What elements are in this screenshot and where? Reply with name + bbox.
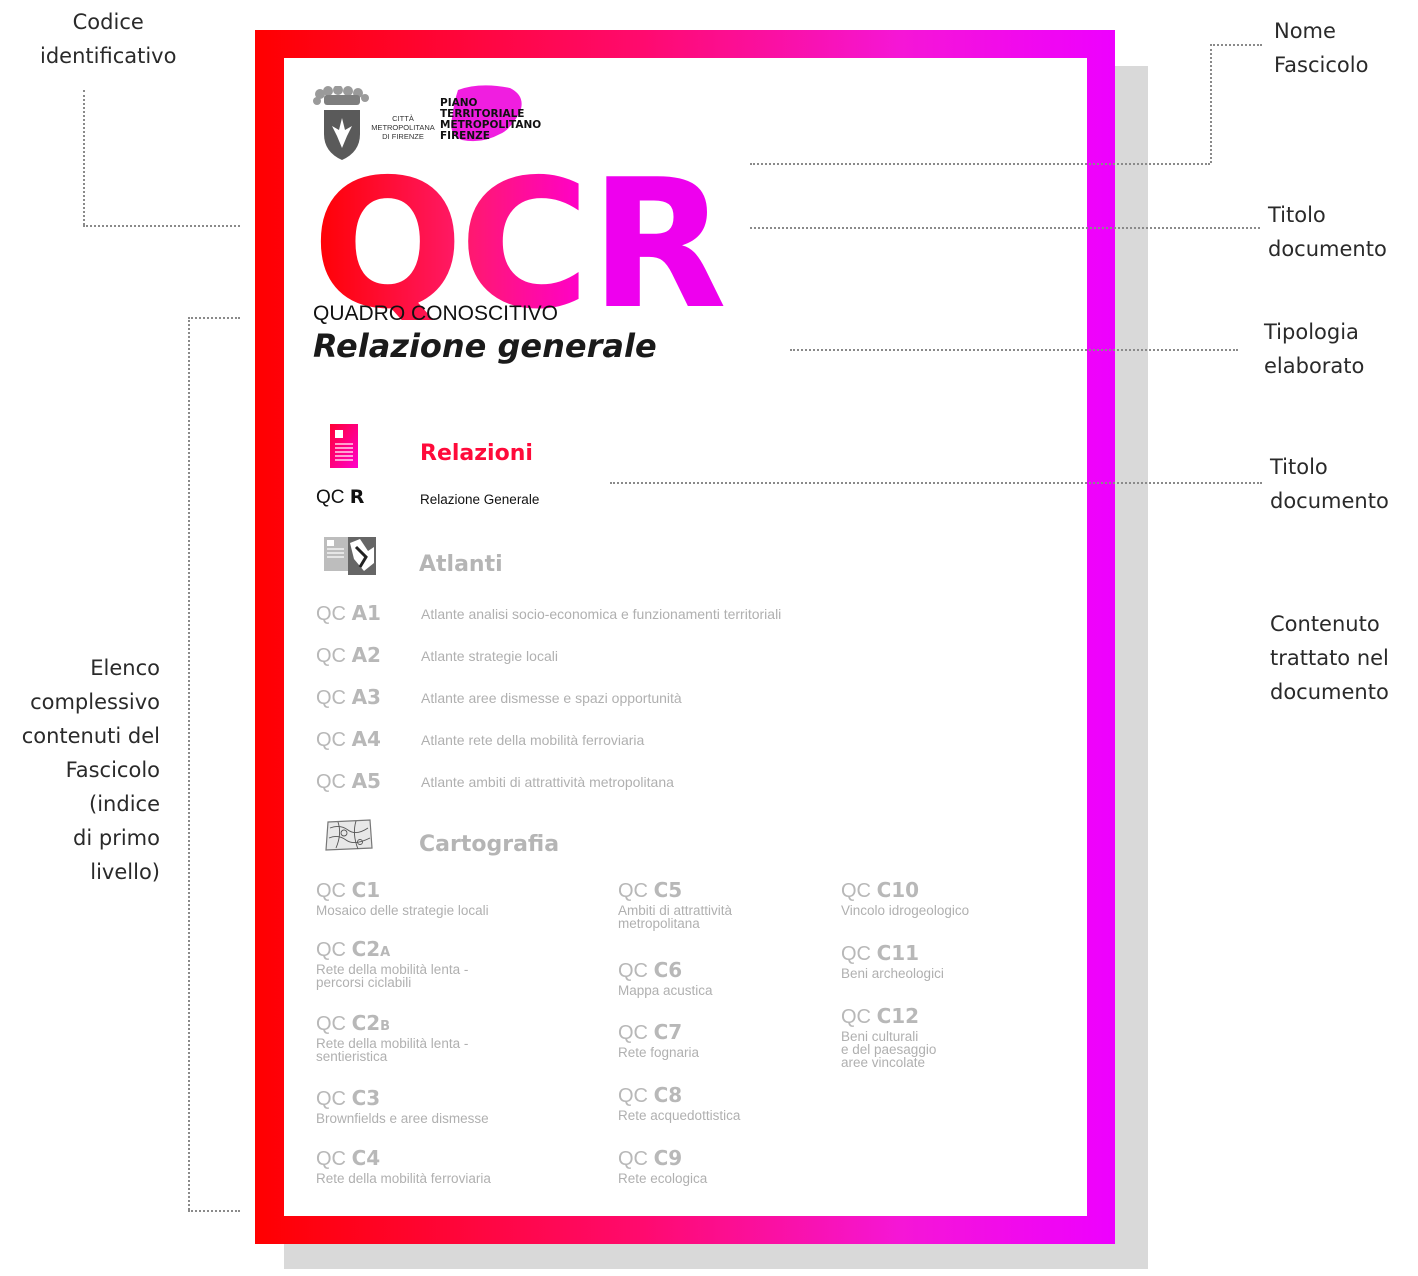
annotation-tipologia: Tipologia elaborato xyxy=(1264,320,1365,378)
carta-label-c7: Rete fognaria xyxy=(618,1045,700,1060)
annotation-titolo-documento-top: Titolo documento xyxy=(1268,203,1387,261)
carta-code-c4: QC C4 xyxy=(316,1146,381,1170)
section-heading-cartografia: Cartografia xyxy=(419,832,560,857)
atlante-code-a4: QC A4 xyxy=(316,727,381,751)
atlante-code-a5: QC A5 xyxy=(316,769,381,793)
carta-code-c9: QC C9 xyxy=(618,1146,683,1170)
carta-code-c7: QC C7 xyxy=(618,1020,683,1044)
carta-code-c11: QC C11 xyxy=(841,941,920,965)
city-name-line2: DI FIRENZE xyxy=(382,132,424,141)
annotation-titolo-documento-list: Titolo documento xyxy=(1270,455,1389,513)
atlante-label-a4: Atlante rete della mobilità ferroviaria xyxy=(421,732,645,748)
atlante-code-a2: QC A2 xyxy=(316,643,381,667)
leader-elenco-top xyxy=(188,317,240,319)
annotation-nome-fascicolo: Nome Fascicolo xyxy=(1274,19,1369,77)
atlante-label-a3: Atlante aree dismesse e spazi opportunit… xyxy=(421,690,682,706)
carta-code-c6: QC C6 xyxy=(618,958,683,982)
section-heading-relazioni: Relazioni xyxy=(420,441,533,466)
leader-tipologia xyxy=(790,349,1238,351)
carta-label-c10: Vincolo idrogeologico xyxy=(841,903,970,918)
annotation-contenuto: Contenuto trattato nel documento xyxy=(1270,612,1389,704)
leader-nome-horizontal xyxy=(750,163,1210,165)
carta-label-c11: Beni archeologici xyxy=(841,966,944,981)
doc-code-qc: QC xyxy=(312,141,590,348)
leader-elenco-bottom xyxy=(188,1210,240,1212)
carta-label-c4: Rete della mobilità ferroviaria xyxy=(316,1171,491,1186)
relazioni-document-icon xyxy=(330,424,358,468)
relazioni-item-code: QC R xyxy=(316,486,364,509)
carta-code-c5: QC C5 xyxy=(618,878,683,902)
leader-codice-horizontal xyxy=(83,225,240,227)
doc-type-title: Relazione generale xyxy=(313,327,657,365)
atlante-label-a5: Atlante ambiti di attrattività metropoli… xyxy=(421,774,674,790)
atlante-label-a2: Atlante strategie locali xyxy=(421,648,558,664)
leader-elenco-vertical xyxy=(188,317,190,1210)
leader-nome-top xyxy=(1210,44,1262,46)
carta-label-c12: Beni culturali e del paesaggio aree vinc… xyxy=(841,1029,937,1070)
carta-label-c3: Brownfields e aree dismesse xyxy=(316,1111,489,1126)
carta-label-c8: Rete acquedottistica xyxy=(618,1108,741,1123)
cartografia-map-icon xyxy=(325,819,373,851)
atlante-code-a3: QC A3 xyxy=(316,685,381,709)
leader-titolo-top xyxy=(750,227,1260,229)
carta-code-c1: QC C1 xyxy=(316,878,381,902)
carta-label-c9: Rete ecologica xyxy=(618,1171,708,1186)
carta-code-c8: QC C8 xyxy=(618,1083,683,1107)
atlante-code-a1: QC A1 xyxy=(316,601,381,625)
leader-titolo-list xyxy=(610,482,1262,484)
carta-label-c2b: Rete della mobilità lenta - sentieristic… xyxy=(316,1036,469,1064)
annotation-elenco: Elenco complessivo contenuti del Fascico… xyxy=(21,656,160,884)
atlante-label-a1: Atlante analisi socio-economica e funzio… xyxy=(421,606,782,622)
carta-label-c2a: Rete della mobilità lenta - percorsi cic… xyxy=(316,962,469,990)
annotation-codice: Codice identificativo xyxy=(40,10,177,68)
code-id: R xyxy=(349,486,365,508)
leader-codice-vertical xyxy=(83,90,85,225)
leader-nome-vertical xyxy=(1210,44,1212,163)
carta-label-c1: Mosaico delle strategie locali xyxy=(316,903,489,918)
doc-code-r: R xyxy=(590,141,727,348)
code-prefix: QC xyxy=(316,487,345,508)
carta-code-c3: QC C3 xyxy=(316,1086,381,1110)
carta-code-c10: QC C10 xyxy=(841,878,920,902)
carta-code-c2a: QC C2A xyxy=(316,937,391,961)
carta-code-c2b: QC C2B xyxy=(316,1011,391,1035)
carta-code-c12: QC C12 xyxy=(841,1004,920,1028)
atlanti-map-icon xyxy=(324,537,376,575)
city-name-line1: CITTÀ METROPOLITANA xyxy=(371,114,435,132)
relazioni-item-label: Relazione Generale xyxy=(420,492,540,507)
carta-label-c6: Mappa acustica xyxy=(618,983,713,998)
carta-label-c5: Ambiti di attrattività metropolitana xyxy=(618,903,733,931)
fascicolo-name: QUADRO CONOSCITIVO xyxy=(313,302,559,325)
section-heading-atlanti: Atlanti xyxy=(419,552,503,577)
